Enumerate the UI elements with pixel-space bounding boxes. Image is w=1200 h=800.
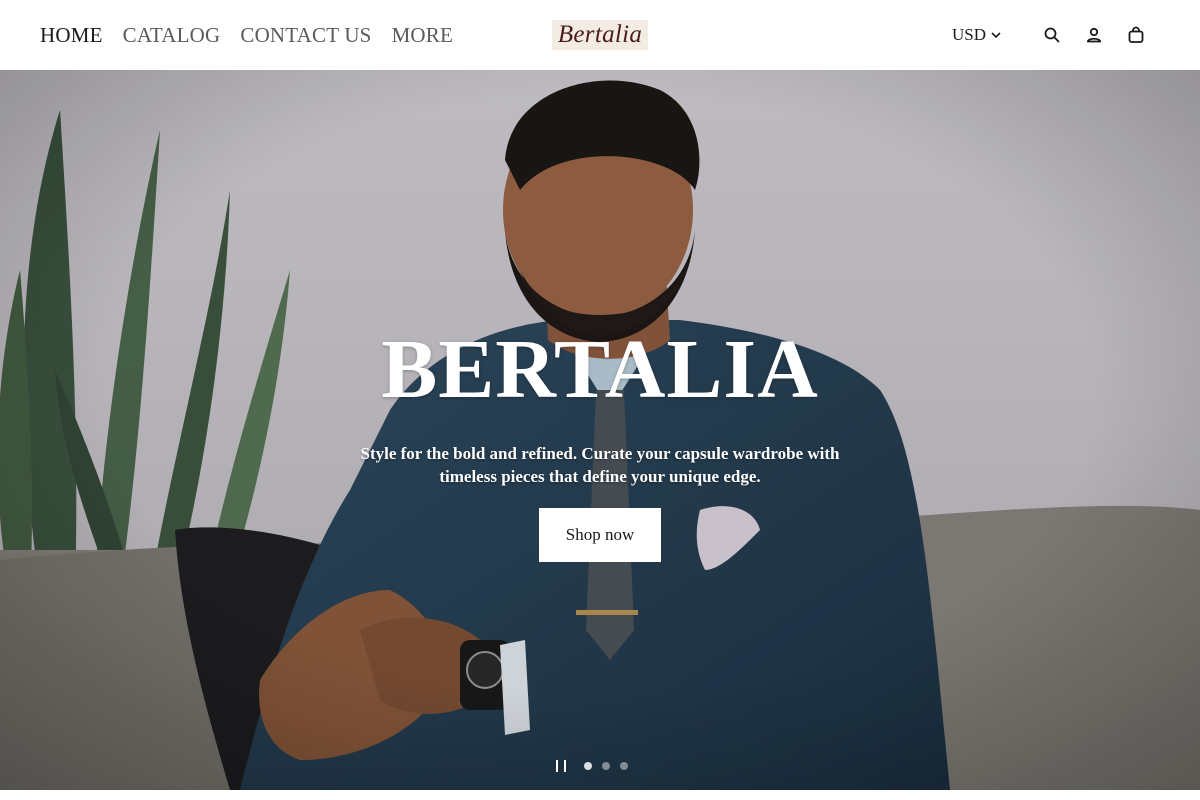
page-bottom	[0, 790, 1200, 800]
hero-content: BERTALIA Style for the bold and refined.…	[0, 70, 1200, 790]
hero-title: BERTALIA	[381, 323, 819, 416]
nav-more-link[interactable]: MORE	[392, 23, 453, 48]
slide-dot-2[interactable]	[602, 762, 610, 770]
shop-now-button[interactable]: Shop now	[539, 508, 661, 562]
brand-logo-text: Bertalia	[557, 21, 643, 48]
currency-label: USD	[951, 25, 986, 44]
chevron-down-icon	[991, 32, 1001, 39]
slideshow-controls	[556, 760, 628, 772]
slide-dot-3[interactable]	[620, 762, 628, 770]
hero-banner: BERTALIA Style for the bold and refined.…	[0, 70, 1200, 790]
cart-icon	[1128, 26, 1144, 43]
header-utilities: USD	[952, 0, 1148, 70]
account-button[interactable]	[1082, 23, 1106, 47]
site-header: HOME CATALOG CONTACT US MORE Bertalia US…	[0, 0, 1200, 70]
nav-catalog-link[interactable]: CATALOG	[123, 23, 221, 48]
currency-selector[interactable]: USD	[952, 25, 1002, 45]
search-icon	[1044, 27, 1060, 43]
account-icon	[1086, 27, 1102, 43]
hero-subtitle: Style for the bold and refined. Curate y…	[360, 444, 840, 486]
main-nav: HOME CATALOG CONTACT US MORE	[40, 0, 453, 70]
nav-home-link[interactable]: HOME	[40, 23, 103, 48]
slide-dot-1[interactable]	[584, 762, 592, 770]
nav-contact-link[interactable]: CONTACT US	[240, 23, 371, 48]
search-button[interactable]	[1040, 23, 1064, 47]
cart-button[interactable]	[1124, 23, 1148, 47]
pause-icon[interactable]	[556, 760, 566, 772]
brand-logo[interactable]: Bertalia	[552, 20, 648, 50]
